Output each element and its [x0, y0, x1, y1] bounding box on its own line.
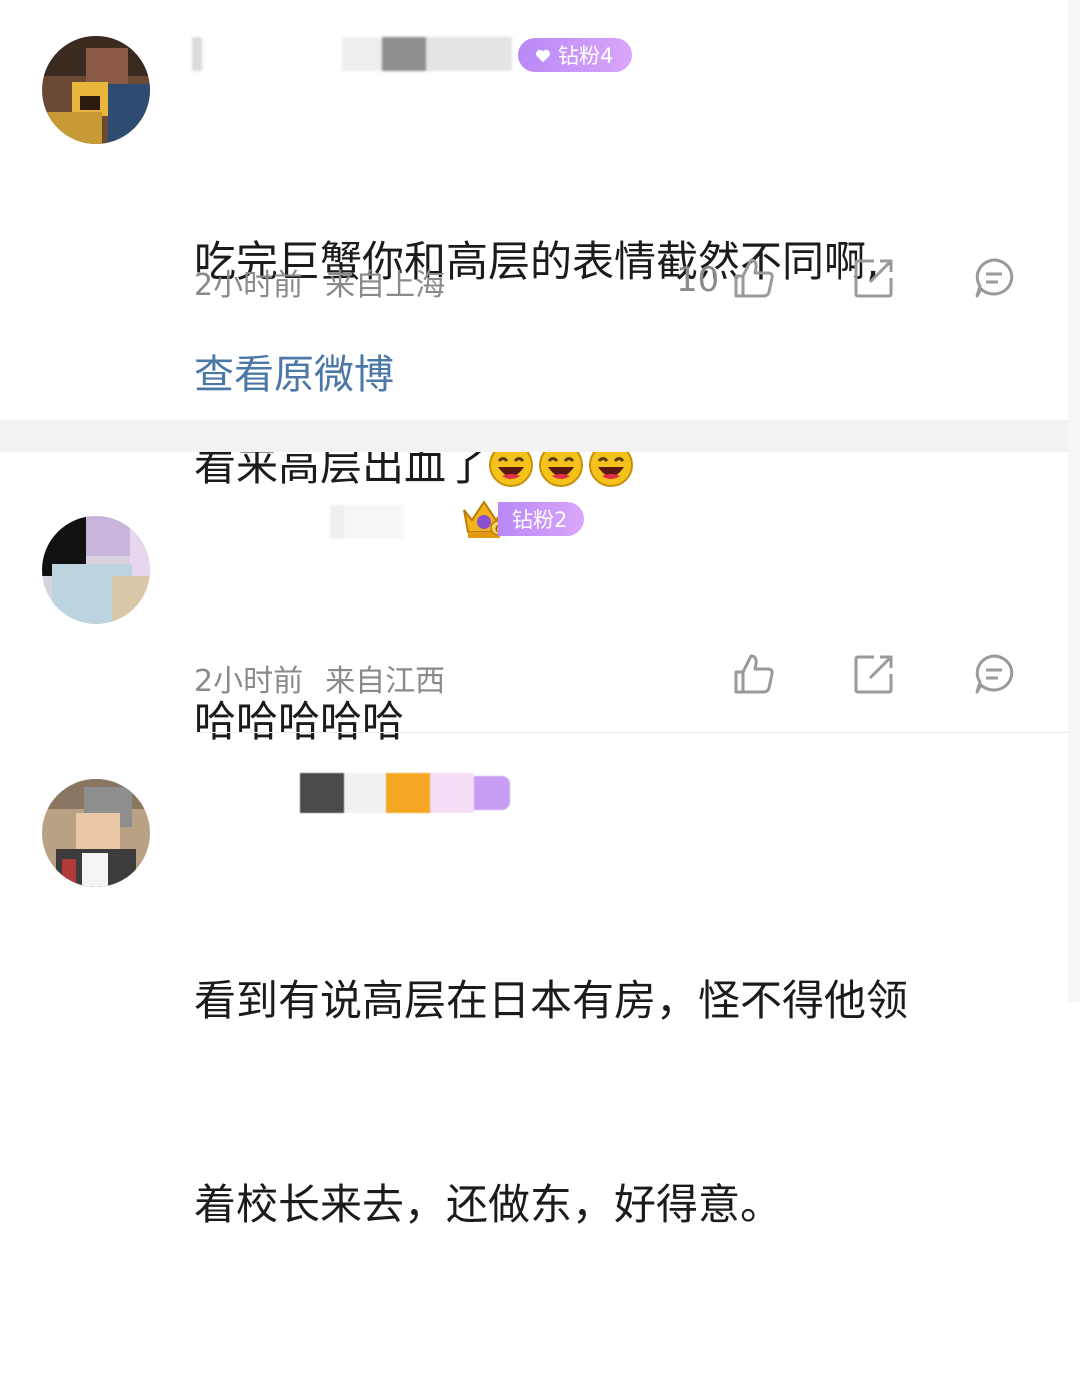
comment-line: 着校长来去，还做东，好得意。 — [194, 1180, 783, 1229]
like-count: 10 — [676, 260, 720, 300]
fan-badge[interactable]: 钻粉2 — [498, 502, 584, 536]
thumbs-up-icon[interactable] — [732, 256, 776, 300]
comment-item: 6 钻粉2 哈哈哈哈哈 2小时前来自江西 — [0, 452, 1080, 746]
fan-badge[interactable]: 钻粉4 — [518, 38, 632, 72]
comment-text: 看到有说高层在日本有房，怪不得他领 着校长来去，还做东，好得意。 — [194, 831, 908, 1375]
scroll-rail — [1068, 0, 1080, 1002]
share-arrow-icon[interactable] — [852, 256, 896, 300]
comment-item: 看到有说高层在日本有房，怪不得他领 着校长来去，还做东，好得意。 — [0, 733, 1080, 1229]
thumbs-up-icon[interactable] — [732, 652, 776, 696]
comment-line: 看到有说高层在日本有房，怪不得他领 — [194, 976, 909, 1025]
username[interactable] — [300, 773, 510, 813]
heart-icon — [534, 46, 552, 64]
location: 来自上海 — [325, 268, 446, 303]
username[interactable] — [192, 36, 512, 72]
comment-meta: 2小时前 来自江西 — [194, 656, 445, 700]
timestamp: 2小时前 — [194, 664, 304, 699]
location: 来自江西 — [325, 664, 446, 699]
section-separator — [0, 420, 1080, 452]
badge-label: 钻粉4 — [558, 44, 614, 68]
comment-bubble-icon[interactable] — [972, 652, 1016, 696]
comment-meta: 2小时前 来自上海 — [194, 260, 445, 304]
view-original-post-link[interactable]: 查看原微博 — [194, 342, 394, 400]
timestamp: 2小时前 — [194, 268, 304, 303]
comment-bubble-icon[interactable] — [972, 256, 1016, 300]
badge-label: 钻粉2 — [512, 508, 568, 532]
share-arrow-icon[interactable] — [852, 652, 896, 696]
username[interactable] — [330, 504, 454, 540]
avatar[interactable] — [42, 516, 150, 624]
comment-item: 钻粉4 吃完巨蟹你和高层的表情截然不同啊, 看来高层出血了 2小时前 来自上海 1… — [0, 0, 1080, 490]
avatar[interactable] — [42, 36, 150, 144]
avatar[interactable] — [42, 779, 150, 887]
